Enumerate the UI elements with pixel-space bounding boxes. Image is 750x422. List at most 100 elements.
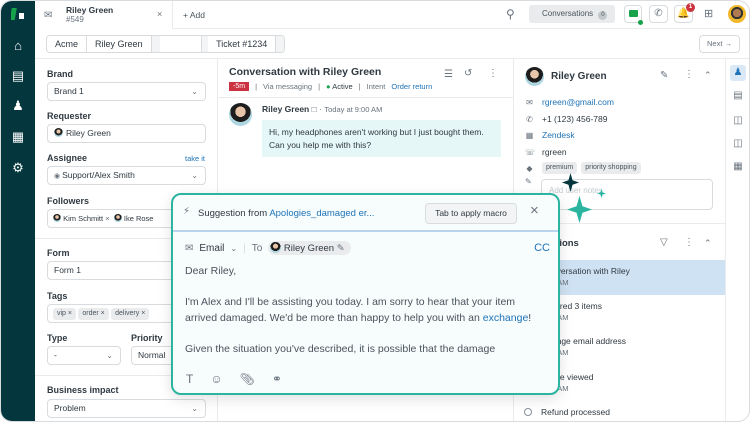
apps-icon[interactable]: ▦ [730, 159, 746, 175]
remove-icon[interactable]: × [105, 214, 109, 223]
requester-field[interactable]: Riley Green [47, 124, 206, 143]
attachment-icon[interactable]: 📎︎ [240, 372, 255, 386]
assignee-select[interactable]: ◉ Support/Alex Smith⌄ [47, 166, 206, 185]
more-options-icon[interactable]: ⋮ [684, 69, 694, 80]
composer-toolbar: T ☺ 📎︎ ⚭ [186, 372, 282, 386]
conversations-icon[interactable]: ◫ [730, 136, 746, 152]
edit-pencil-icon[interactable]: ✎ [660, 70, 668, 81]
mail-icon: ✉ [44, 10, 52, 21]
customer-org[interactable]: Zendesk [542, 130, 575, 140]
status-badge: OPEN [160, 36, 203, 52]
ticket-tab[interactable]: ✉ Riley Green #549 × [35, 1, 173, 29]
tab-ticket-id: #549 [66, 15, 84, 24]
recipient-chip[interactable]: Riley Green ✎ [268, 241, 350, 255]
edit-pencil-icon[interactable]: ✎ [337, 243, 345, 254]
customers-icon[interactable]: ♟ [10, 98, 26, 114]
suggestion-prefix: Suggestion from [198, 208, 267, 219]
brand-select[interactable]: Brand 1⌄ [47, 82, 206, 101]
conversation-title: Conversation with Riley Green [229, 66, 381, 78]
search-icon[interactable]: ⚲ [506, 7, 515, 21]
requester-avatar [54, 128, 63, 137]
conversations-button[interactable]: Conversations 0 [529, 5, 615, 23]
list-item[interactable]: Refund processed [515, 401, 725, 422]
messaging-status-button[interactable] [624, 5, 642, 23]
home-icon[interactable]: ⌂ [10, 38, 26, 54]
lightning-icon: ⚡︎ [183, 206, 190, 217]
customer-context-icon[interactable]: ♟ [730, 65, 746, 81]
text-format-icon[interactable]: T [186, 372, 193, 386]
link-icon[interactable]: ⚭ [272, 372, 282, 386]
close-icon[interactable]: × [530, 202, 539, 219]
collapse-chevron-icon[interactable]: ⌃ [704, 70, 712, 81]
views-icon[interactable]: ▤ [10, 68, 26, 84]
tag-icon: ◆ [525, 164, 534, 173]
breadcrumb-user[interactable]: Riley Green [87, 36, 152, 52]
collapse-chevron-icon[interactable]: ⌃ [704, 238, 712, 249]
mail-icon: ✉ [185, 243, 193, 254]
follower-avatar [114, 214, 122, 222]
tab-title: Riley Green [66, 5, 113, 15]
brand-label: Brand [47, 69, 73, 79]
chevron-down-icon: ⌄ [191, 167, 198, 184]
list-icon[interactable]: ☰ [444, 69, 453, 80]
customer-whatsapp: rgreen [542, 147, 567, 157]
cc-button[interactable]: CC [534, 242, 550, 254]
customer-tag: priority shopping [581, 162, 640, 174]
tag-label: vip [57, 310, 66, 317]
take-it-link[interactable]: take it [185, 154, 205, 163]
tag-chip[interactable]: order × [78, 308, 108, 320]
macro-link[interactable]: Apologies_damaged er... [269, 208, 374, 219]
customer-email[interactable]: rgreen@gmail.com [542, 97, 614, 107]
type-select[interactable]: -⌄ [47, 346, 121, 365]
reply-body[interactable]: Dear Riley, I'm Alex and I'll be assisti… [185, 264, 540, 364]
customer-avatar [525, 67, 544, 86]
message-bubble: Hi, my headphones aren't working but I j… [262, 120, 501, 157]
apps-grid-icon[interactable]: ⊞ [704, 7, 713, 20]
tag-label: delivery [115, 310, 139, 317]
exchange-link[interactable]: exchange [483, 312, 529, 324]
emoji-icon[interactable]: ☺ [210, 372, 222, 386]
apply-macro-button[interactable]: Tab to apply macro [425, 203, 517, 224]
phone-icon: ✆ [525, 115, 534, 124]
next-button[interactable]: Next → [699, 35, 740, 53]
organizations-icon[interactable]: ▦ [10, 129, 26, 145]
add-tab-button[interactable]: + Add [183, 10, 205, 20]
follower-avatar [53, 214, 61, 222]
body-paragraph: Given the situation you've described, it… [185, 342, 540, 358]
breadcrumb-ticket[interactable]: OPENTicket #1234 [152, 36, 285, 52]
conversations-label: Conversations [542, 9, 593, 18]
knowledge-icon[interactable]: ▤ [730, 88, 746, 104]
intent-value[interactable]: Order return [391, 82, 432, 91]
priority-value: Normal [138, 350, 165, 360]
user-avatar[interactable] [728, 5, 746, 23]
breadcrumb-org[interactable]: Acme [47, 36, 87, 52]
status-label: Active [332, 82, 352, 91]
business-impact-select[interactable]: Problem⌄ [47, 399, 206, 418]
close-tab-icon[interactable]: × [157, 9, 162, 19]
channel-select[interactable]: Email [199, 243, 224, 254]
follower-chip[interactable]: Kim Schmitt × [53, 214, 110, 223]
mail-icon: ✉ [525, 98, 534, 107]
more-options-icon[interactable]: ⋮ [684, 237, 694, 248]
more-options-icon[interactable]: ⋮ [488, 68, 498, 79]
priority-label: Priority [131, 333, 163, 343]
chevron-down-icon[interactable]: ⌄ [230, 244, 237, 253]
tag-chip[interactable]: delivery × [111, 308, 149, 320]
requester-value: Riley Green [66, 128, 111, 138]
tag-chip[interactable]: vip × [53, 308, 76, 320]
assignee-value: Support/Alex Smith [62, 170, 135, 180]
admin-gear-icon[interactable]: ⚙ [10, 160, 26, 176]
requester-label: Requester [47, 111, 91, 121]
riley-avatar [229, 103, 252, 126]
filter-icon[interactable]: ▽ [660, 237, 668, 248]
phone-button[interactable]: ✆ [649, 5, 668, 23]
whatsapp-icon: ☏ [525, 148, 534, 157]
business-impact-value: Problem [54, 403, 86, 413]
notes-icon: ✎ [525, 177, 532, 186]
follower-chip[interactable]: Ike Rose [114, 214, 154, 223]
history-icon[interactable]: ↺ [464, 68, 472, 79]
business-impact-label: Business impact [47, 385, 119, 395]
customer-phone: +1 (123) 456-789 [542, 114, 607, 124]
book-icon[interactable]: ◫ [730, 113, 746, 129]
chat-icon [629, 10, 638, 17]
